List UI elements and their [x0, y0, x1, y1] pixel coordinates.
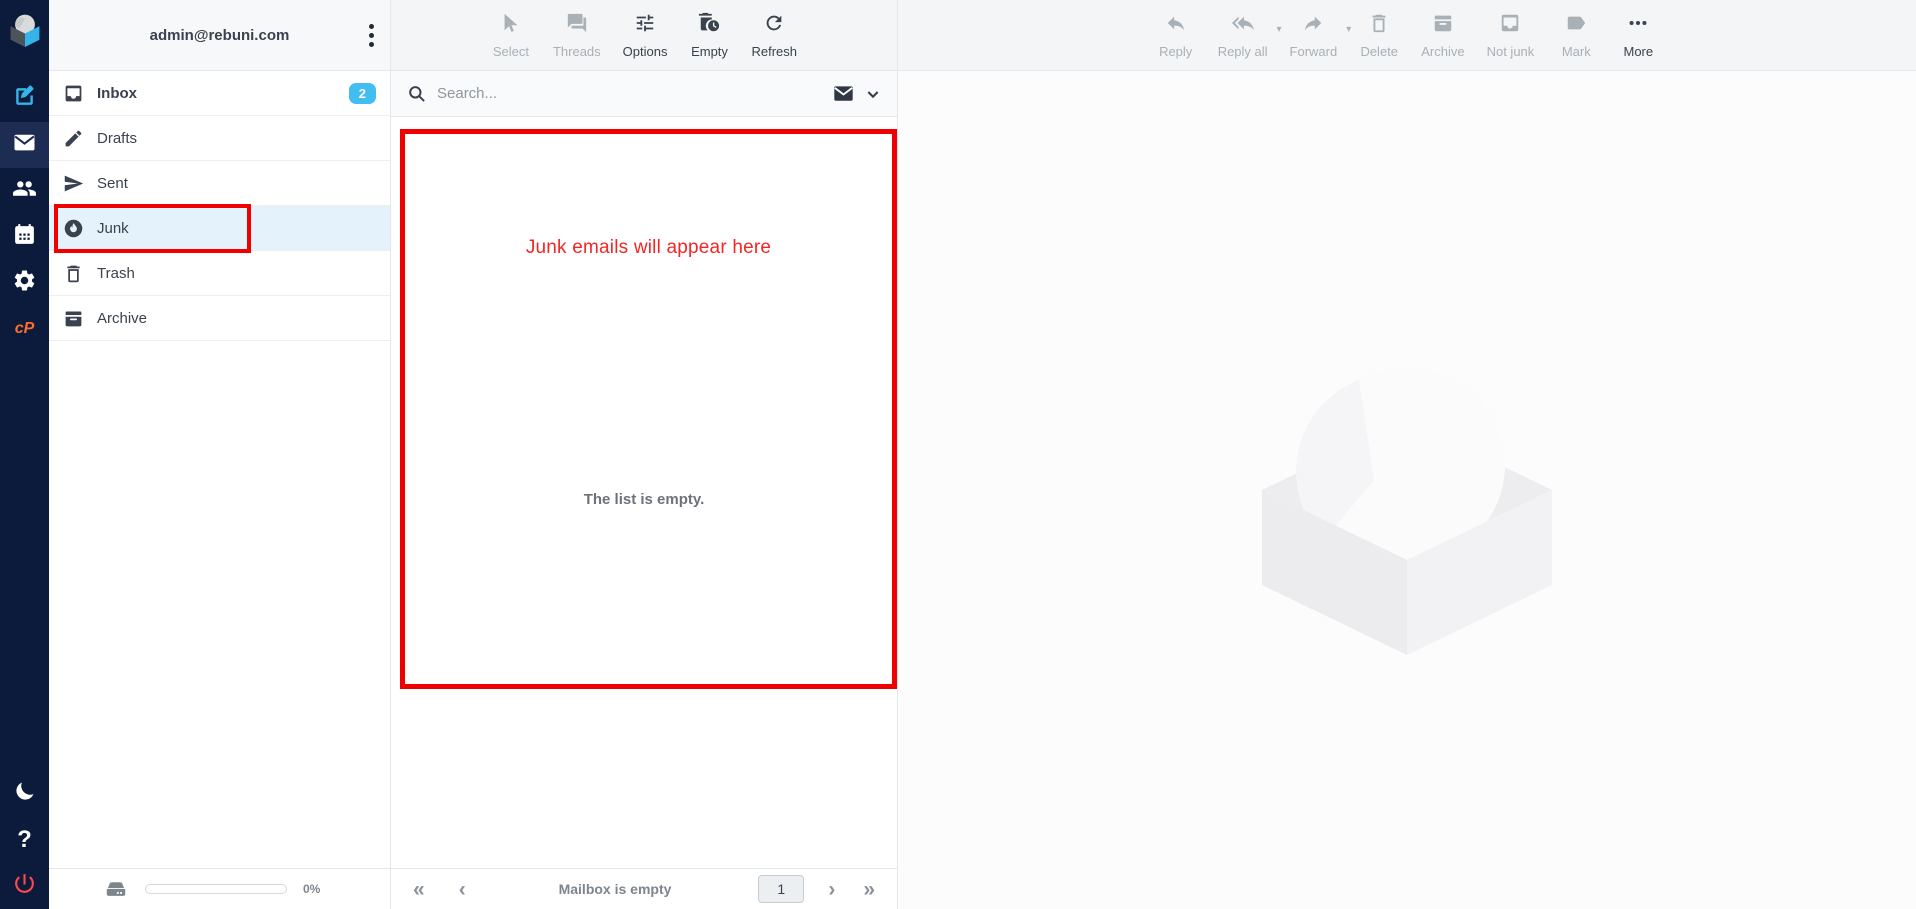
cpanel-icon: cP [15, 320, 35, 338]
options-button[interactable]: Options [612, 4, 679, 66]
mail-nav-button[interactable] [0, 122, 49, 168]
nav-rail: cP ? [0, 0, 49, 909]
empty-folder-button[interactable]: Empty [678, 4, 740, 66]
empty-trash-clock-icon [698, 12, 720, 39]
annotation-list-box [400, 129, 897, 689]
contacts-icon [12, 176, 37, 206]
folder-item-sent[interactable]: Sent [49, 161, 390, 206]
search-scope-mail-icon[interactable] [832, 82, 855, 105]
moon-icon [12, 779, 37, 809]
folder-item-drafts[interactable]: Drafts [49, 116, 390, 161]
cpanel-nav-button[interactable]: cP [0, 306, 49, 352]
folder-label: Junk [97, 220, 129, 237]
empty-state-illustration [1242, 325, 1572, 655]
message-view-pane: Reply Reply all ▾ Forward ▾ Delete Archi… [898, 0, 1916, 909]
pagination-bar: « ‹ Mailbox is empty › » [391, 868, 897, 909]
folder-item-junk[interactable]: Junk [49, 206, 390, 251]
not-junk-button[interactable]: Not junk [1476, 4, 1546, 66]
message-toolbar: Reply Reply all ▾ Forward ▾ Delete Archi… [898, 0, 1916, 71]
search-bar [391, 71, 897, 117]
first-page-button[interactable]: « [407, 879, 431, 900]
compose-button[interactable] [0, 76, 49, 122]
inbox-icon [63, 83, 84, 104]
folder-item-inbox[interactable]: Inbox 2 [49, 71, 390, 116]
pencil-icon [63, 128, 84, 149]
archive-button[interactable]: Archive [1410, 4, 1475, 66]
cursor-icon [500, 12, 522, 39]
prev-page-button[interactable]: ‹ [453, 879, 472, 900]
select-button[interactable]: Select [480, 4, 542, 66]
webmail-app: cP ? admin@rebuni.com Inbox 2 Drafts [0, 0, 1916, 909]
calendar-icon [12, 222, 37, 252]
folder-list: Inbox 2 Drafts Sent Junk Trash Archiv [49, 71, 390, 341]
last-page-button[interactable]: » [857, 879, 881, 900]
page-number-input[interactable] [758, 875, 804, 903]
folder-label: Drafts [97, 130, 137, 147]
gear-icon [12, 268, 37, 298]
settings-nav-button[interactable] [0, 260, 49, 306]
list-empty-text: The list is empty. [391, 491, 897, 508]
reply-all-button[interactable]: Reply all ▾ [1207, 4, 1279, 66]
mailbox-status: Mailbox is empty [472, 881, 759, 897]
folder-label: Inbox [97, 85, 137, 102]
help-button[interactable]: ? [0, 817, 49, 863]
compose-icon [12, 84, 37, 114]
threads-button[interactable]: Threads [542, 4, 612, 66]
folder-item-archive[interactable]: Archive [49, 296, 390, 341]
dark-mode-button[interactable] [0, 771, 49, 817]
annotation-note: Junk emails will appear here [400, 237, 897, 259]
disk-icon [103, 876, 129, 902]
more-dots-icon [1627, 12, 1649, 39]
tag-icon [1565, 12, 1587, 39]
reply-all-icon [1232, 12, 1254, 39]
question-icon: ? [17, 826, 32, 854]
mark-button[interactable]: Mark [1545, 4, 1607, 66]
paper-plane-icon [63, 173, 84, 194]
message-list-body: Junk emails will appear here The list is… [391, 117, 897, 868]
logout-button[interactable] [0, 863, 49, 909]
fire-icon [63, 218, 84, 239]
delete-button[interactable]: Delete [1348, 4, 1410, 66]
more-button[interactable]: More [1607, 4, 1669, 66]
chat-bubbles-icon [566, 12, 588, 39]
unread-count-badge: 2 [349, 83, 376, 104]
list-toolbar: Select Threads Options Empty Refresh [391, 0, 897, 71]
next-page-button[interactable]: › [822, 879, 841, 900]
refresh-button[interactable]: Refresh [740, 4, 808, 66]
contacts-nav-button[interactable] [0, 168, 49, 214]
quota-progress-bar [145, 884, 287, 894]
folder-label: Sent [97, 175, 128, 192]
archive-icon [63, 308, 84, 329]
account-menu-button[interactable] [367, 22, 376, 49]
account-email: admin@rebuni.com [150, 27, 290, 44]
mail-icon [12, 130, 37, 160]
archive-icon [1432, 12, 1454, 39]
trash-icon [63, 263, 84, 284]
forward-icon [1302, 12, 1324, 39]
reply-button[interactable]: Reply [1145, 4, 1207, 66]
message-list-pane: Select Threads Options Empty Refresh [391, 0, 898, 909]
message-view-body [898, 71, 1916, 909]
search-input[interactable] [437, 85, 822, 102]
folder-label: Archive [97, 310, 147, 327]
power-icon [12, 871, 37, 901]
calendar-nav-button[interactable] [0, 214, 49, 260]
trash-icon [1368, 12, 1390, 39]
search-icon [407, 84, 427, 104]
app-logo-icon [0, 0, 49, 58]
folder-pane: admin@rebuni.com Inbox 2 Drafts Sent Jun… [49, 0, 391, 909]
folder-item-trash[interactable]: Trash [49, 251, 390, 296]
quota-percent: 0% [303, 882, 320, 896]
account-header: admin@rebuni.com [49, 0, 390, 71]
search-options-chevron-icon[interactable] [865, 86, 881, 102]
storage-bar: 0% [49, 868, 390, 909]
forward-button[interactable]: Forward ▾ [1279, 4, 1349, 66]
reply-icon [1165, 12, 1187, 39]
inbox-icon [1499, 12, 1521, 39]
folder-label: Trash [97, 265, 135, 282]
sliders-icon [634, 12, 656, 39]
refresh-icon [763, 12, 785, 39]
